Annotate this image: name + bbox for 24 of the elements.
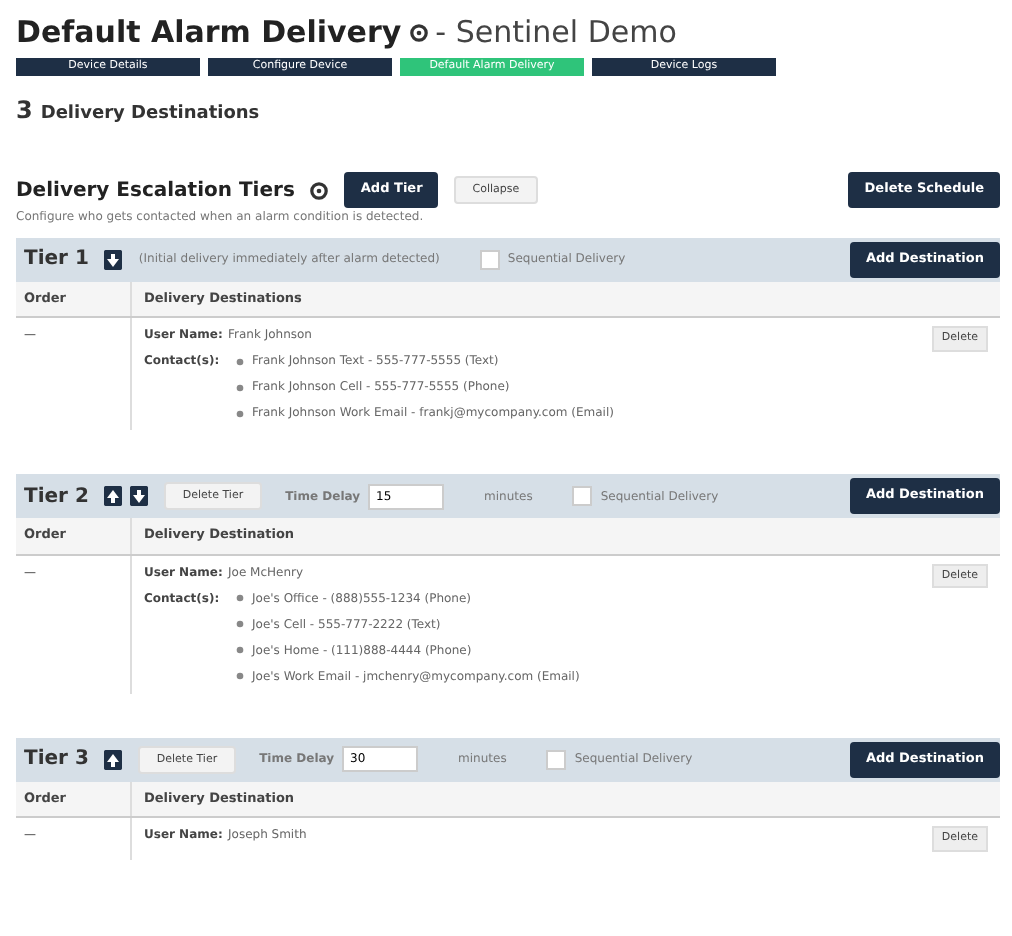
down-arrow-icon[interactable] — [104, 249, 123, 270]
destination-count: 3 — [16, 93, 33, 128]
bullet-icon — [236, 646, 244, 655]
bullet-icon — [236, 409, 244, 418]
bullet-icon — [236, 357, 244, 366]
bullet-icon — [236, 383, 244, 392]
info-icon — [409, 23, 428, 42]
tier-title: Tier 3 — [24, 746, 89, 775]
down-arrow-icon[interactable] — [130, 486, 149, 507]
tier-title: Tier 2 — [24, 483, 89, 512]
bullet-icon — [236, 620, 244, 629]
sequential-checkbox[interactable] — [479, 249, 500, 270]
tier-title: Tier 1 — [24, 246, 89, 275]
section-title: Delivery Escalation Tiers — [16, 177, 295, 206]
page-title: Default Alarm Delivery — [16, 16, 402, 49]
up-arrow-icon[interactable] — [104, 749, 123, 770]
up-arrow-icon[interactable] — [104, 486, 123, 507]
device-name: - Sentinel Demo — [435, 16, 677, 49]
count-label: Delivery Destinations — [40, 101, 260, 128]
bullet-icon — [236, 672, 244, 681]
info-icon — [310, 181, 329, 200]
sequential-checkbox[interactable] — [572, 486, 593, 507]
sequential-checkbox[interactable] — [546, 749, 567, 770]
bullet-icon — [236, 594, 244, 603]
